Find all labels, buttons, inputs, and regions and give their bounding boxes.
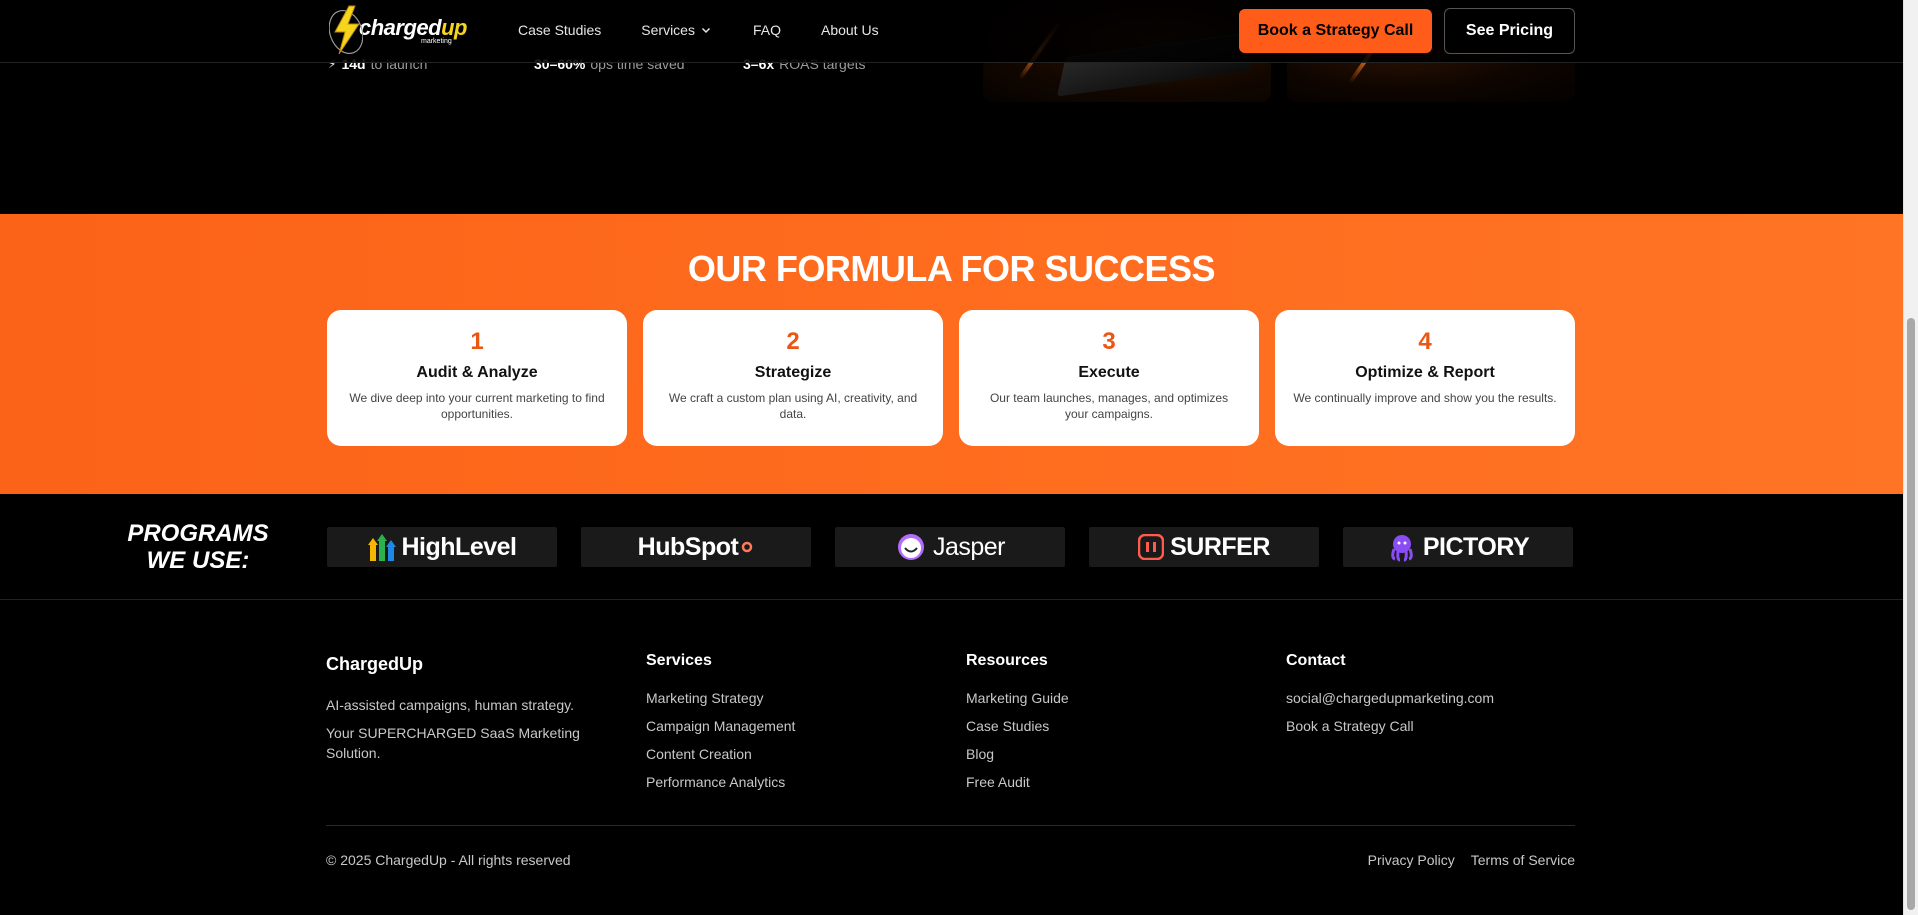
step-description: We craft a custom plan using AI, creativ…	[668, 391, 918, 421]
programs-section: PROGRAMS WE USE: HighLevel HubSpot Jaspe…	[0, 494, 1903, 600]
terms-of-service-link[interactable]: Terms of Service	[1471, 852, 1575, 868]
scrollbar-thumb[interactable]	[1907, 318, 1915, 910]
highlevel-logo: HighLevel	[327, 527, 557, 567]
step-description: Our team launches, manages, and optimize…	[989, 391, 1229, 421]
step-number: 1	[470, 328, 484, 355]
logo-subtext: marketing	[421, 38, 452, 45]
footer-link-book-call[interactable]: Book a Strategy Call	[1286, 718, 1494, 734]
hubspot-text: HubSpot	[637, 532, 739, 561]
page-scrollbar[interactable]	[1903, 0, 1918, 915]
hubspot-logo: HubSpot	[581, 527, 811, 567]
page: ⚡ 14d to launch 30–60% ops time saved 3–…	[0, 0, 1918, 915]
footer-link-blog[interactable]: Blog	[966, 746, 1069, 762]
book-strategy-call-button[interactable]: Book a Strategy Call	[1239, 9, 1432, 53]
footer-services-heading: Services	[646, 652, 712, 669]
step-card: 3 Execute Our team launches, manages, an…	[959, 310, 1259, 446]
surfer-text: SURFER	[1170, 532, 1270, 561]
program-logos: HighLevel HubSpot Jasper SURFER PICTORY	[327, 527, 1573, 567]
footer-services-column: Services Marketing Strategy Campaign Man…	[646, 652, 795, 802]
footer-link-content-creation[interactable]: Content Creation	[646, 746, 795, 762]
footer-brand-column: ChargedUp AI-assisted campaigns, human s…	[326, 652, 586, 771]
nav-services[interactable]: Services	[641, 22, 711, 38]
step-card: 4 Optimize & Report We continually impro…	[1275, 310, 1575, 446]
step-card: 1 Audit & Analyze We dive deep into your…	[327, 310, 627, 446]
jasper-face-icon	[897, 534, 924, 560]
pictory-text: PICTORY	[1422, 532, 1530, 561]
formula-title: OUR FORMULA FOR SUCCESS	[687, 248, 1216, 289]
step-number: 3	[1102, 328, 1116, 355]
privacy-policy-link[interactable]: Privacy Policy	[1368, 852, 1455, 868]
footer-brand-name: ChargedUp	[326, 654, 424, 674]
footer-link-marketing-strategy[interactable]: Marketing Strategy	[646, 690, 795, 706]
copyright-text: © 2025 ChargedUp - All rights reserved	[326, 852, 571, 868]
main-nav: Case Studies Services FAQ About Us	[518, 22, 919, 38]
nav-case-studies[interactable]: Case Studies	[518, 22, 601, 38]
formula-steps: 1 Audit & Analyze We dive deep into your…	[327, 310, 1575, 446]
surfer-logo: SURFER	[1089, 527, 1319, 567]
step-title: Audit & Analyze	[416, 364, 538, 381]
jasper-text: Jasper	[932, 532, 1006, 561]
site-header: chargedup marketing Case Studies Service…	[0, 0, 1903, 63]
footer-link-free-audit[interactable]: Free Audit	[966, 774, 1069, 790]
site-footer: ChargedUp AI-assisted campaigns, human s…	[0, 600, 1903, 915]
formula-section: OUR FORMULA FOR SUCCESS 1 Audit & Analyz…	[0, 214, 1903, 494]
step-number: 4	[1418, 328, 1432, 355]
footer-link-case-studies[interactable]: Case Studies	[966, 718, 1069, 734]
highlevel-arrows-icon	[367, 534, 396, 561]
logo-bolt-icon	[329, 5, 363, 55]
footer-link-email[interactable]: social@chargedupmarketing.com	[1286, 690, 1494, 706]
hubspot-sprocket-icon	[742, 541, 753, 553]
nav-services-label: Services	[641, 22, 695, 38]
jasper-logo: Jasper	[835, 527, 1065, 567]
step-title: Optimize & Report	[1355, 364, 1495, 381]
legal-links: Privacy Policy Terms of Service	[1368, 852, 1575, 868]
nav-about-us[interactable]: About Us	[821, 22, 879, 38]
step-description: We dive deep into your current marketing…	[349, 391, 605, 421]
step-card: 2 Strategize We craft a custom plan usin…	[643, 310, 943, 446]
surfer-icon	[1138, 534, 1165, 560]
step-description: We continually improve and show you the …	[1293, 391, 1557, 405]
step-title: Strategize	[754, 364, 832, 381]
programs-heading: PROGRAMS WE USE:	[118, 520, 278, 574]
footer-divider	[326, 825, 1575, 826]
footer-link-marketing-guide[interactable]: Marketing Guide	[966, 690, 1069, 706]
footer-tagline: AI-assisted campaigns, human strategy.	[326, 697, 574, 713]
footer-link-campaign-management[interactable]: Campaign Management	[646, 718, 795, 734]
footer-contact-column: Contact social@chargedupmarketing.com Bo…	[1286, 652, 1494, 746]
step-title: Execute	[1078, 364, 1140, 381]
footer-resources-heading: Resources	[966, 652, 1048, 669]
pictory-octopus-icon	[1391, 535, 1413, 562]
page-content: ⚡ 14d to launch 30–60% ops time saved 3–…	[0, 0, 1903, 915]
footer-description: Your SUPERCHARGED SaaS Marketing Solutio…	[326, 725, 580, 761]
highlevel-text: HighLevel	[401, 532, 517, 561]
footer-resources-column: Resources Marketing Guide Case Studies B…	[966, 652, 1069, 802]
pictory-logo: PICTORY	[1343, 527, 1573, 567]
programs-heading-line2: WE USE:	[146, 547, 250, 574]
programs-heading-line1: PROGRAMS	[127, 520, 269, 547]
chevron-down-icon	[701, 27, 710, 34]
nav-faq[interactable]: FAQ	[753, 22, 781, 38]
footer-contact-heading: Contact	[1286, 652, 1346, 669]
site-logo[interactable]: chargedup marketing	[329, 3, 469, 57]
see-pricing-button[interactable]: See Pricing	[1444, 8, 1575, 54]
step-number: 2	[786, 328, 800, 355]
footer-link-performance-analytics[interactable]: Performance Analytics	[646, 774, 795, 790]
